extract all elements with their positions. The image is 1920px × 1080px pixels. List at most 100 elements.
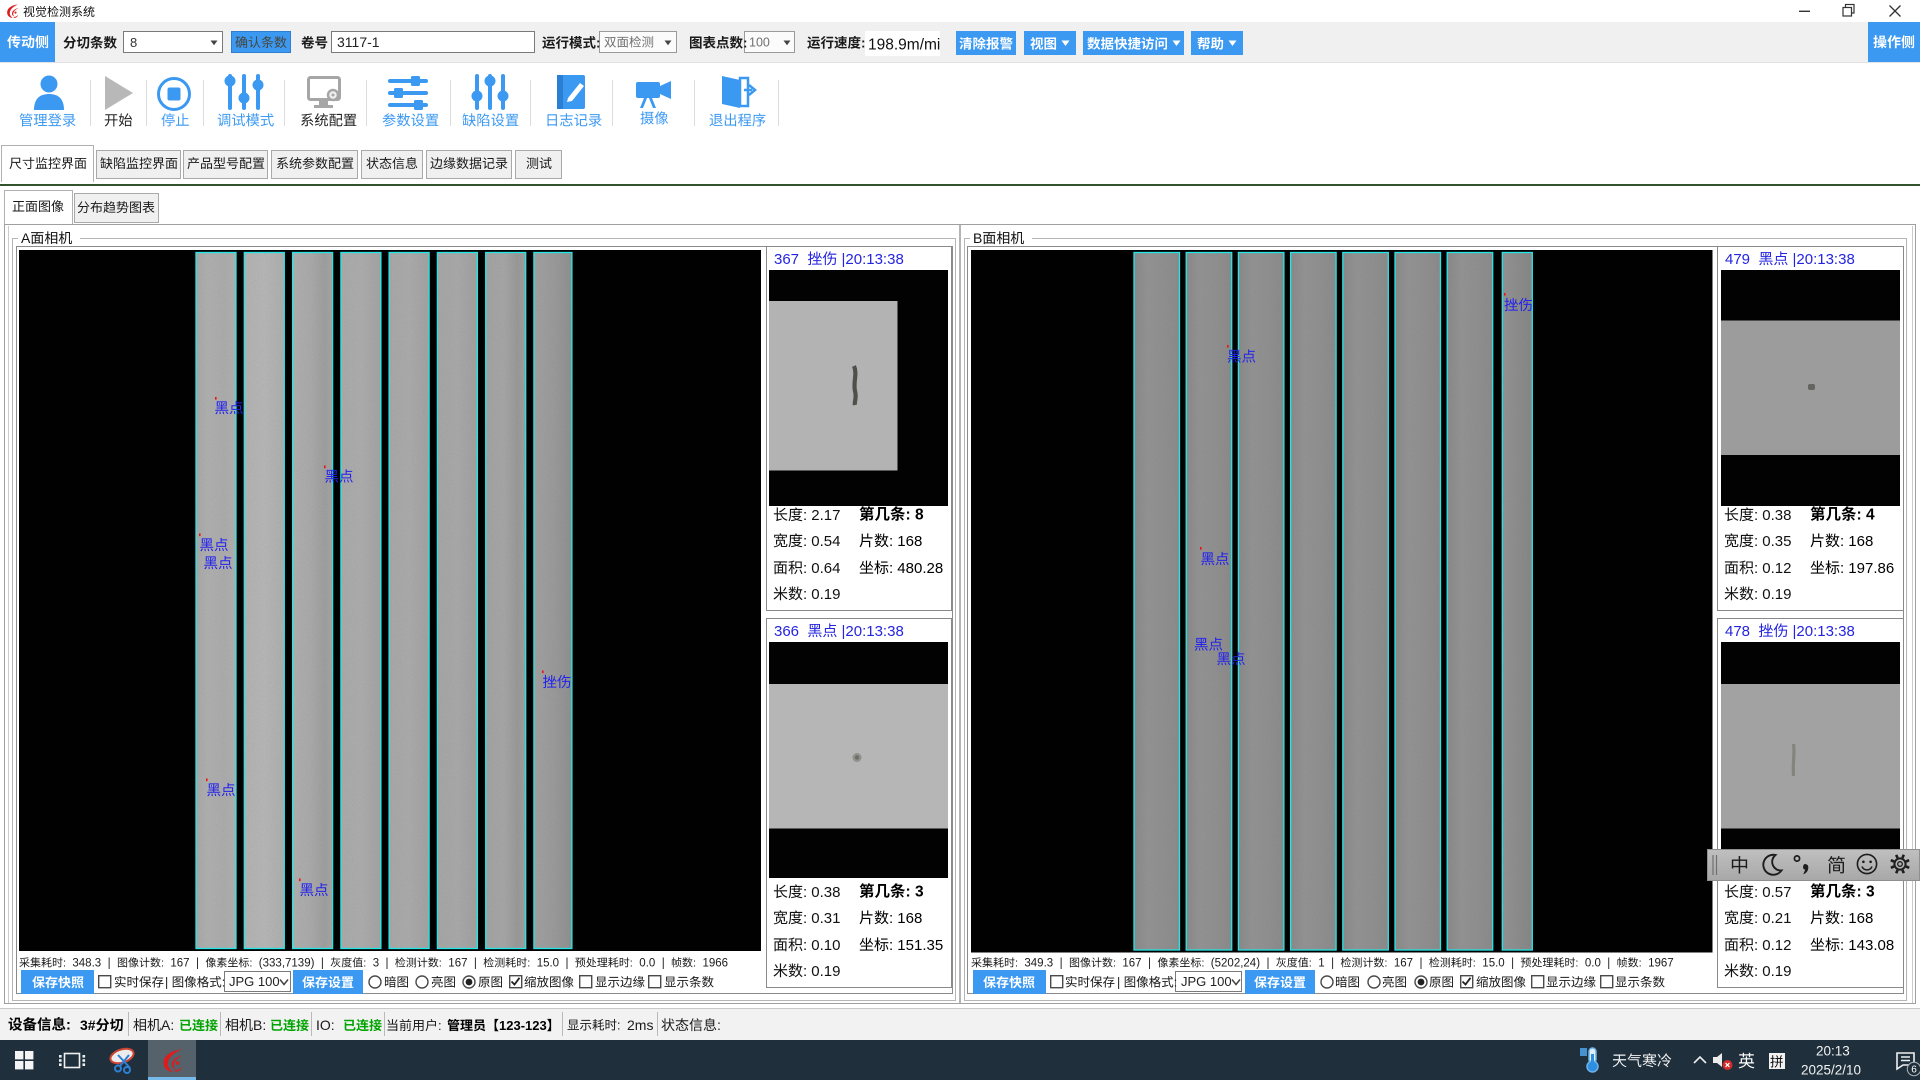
svg-text::: : bbox=[889, 560, 893, 577]
svg-text::: : bbox=[1472, 957, 1475, 969]
svg-text::: : bbox=[63, 957, 66, 969]
svg-text:|: | bbox=[1419, 957, 1422, 969]
svg-text:(333,7139): (333,7139) bbox=[258, 957, 314, 969]
svg-text:B: B bbox=[973, 230, 982, 246]
svg-text:0.19: 0.19 bbox=[811, 963, 840, 980]
svg-text:A:: A: bbox=[161, 1017, 174, 1033]
svg-text:|20:13:38: |20:13:38 bbox=[841, 623, 903, 640]
svg-text:0.0: 0.0 bbox=[639, 957, 655, 969]
svg-text::: : bbox=[717, 1017, 721, 1033]
svg-text::: : bbox=[1754, 533, 1758, 550]
svg-text:|: | bbox=[1117, 976, 1120, 990]
svg-text::: : bbox=[1840, 910, 1844, 927]
svg-text::: : bbox=[803, 963, 807, 980]
svg-text::: : bbox=[527, 957, 530, 969]
svg-text:|20:13:38: |20:13:38 bbox=[1793, 623, 1855, 640]
svg-text:478: 478 bbox=[1725, 623, 1750, 640]
svg-text:167: 167 bbox=[170, 957, 189, 969]
svg-text:0.21: 0.21 bbox=[1762, 910, 1791, 927]
svg-text:|20:13:38: |20:13:38 bbox=[1793, 251, 1855, 268]
svg-text::: : bbox=[596, 35, 601, 50]
svg-text:1966: 1966 bbox=[702, 957, 728, 969]
svg-text:|20:13:38: |20:13:38 bbox=[841, 251, 903, 268]
svg-text:(5202,24): (5202,24) bbox=[1210, 957, 1259, 969]
svg-text:3: 3 bbox=[915, 884, 924, 901]
svg-text:168: 168 bbox=[1848, 910, 1873, 927]
svg-text:|: | bbox=[473, 957, 476, 969]
svg-text:|: | bbox=[565, 957, 568, 969]
svg-text:0.10: 0.10 bbox=[811, 937, 840, 954]
svg-text:3#: 3# bbox=[80, 1017, 96, 1033]
svg-text:|: | bbox=[165, 976, 168, 990]
svg-text:JPG: JPG bbox=[1181, 974, 1206, 989]
svg-text::: : bbox=[905, 507, 910, 524]
svg-text::: : bbox=[1638, 957, 1641, 969]
svg-text:167: 167 bbox=[1122, 957, 1141, 969]
svg-text:349.3: 349.3 bbox=[1024, 957, 1053, 969]
svg-text:198.9m/mi: 198.9m/mi bbox=[868, 36, 940, 53]
svg-text:367: 367 bbox=[774, 251, 799, 268]
svg-text::: : bbox=[1754, 963, 1758, 980]
svg-text::: : bbox=[693, 957, 696, 969]
svg-text::: : bbox=[1857, 507, 1862, 524]
svg-text:8: 8 bbox=[915, 507, 924, 524]
svg-text:15.0: 15.0 bbox=[536, 957, 558, 969]
svg-text:366: 366 bbox=[774, 623, 799, 640]
svg-text:0.0: 0.0 bbox=[1584, 957, 1600, 969]
svg-text::: : bbox=[161, 957, 164, 969]
svg-text:2025/2/10: 2025/2/10 bbox=[1801, 1063, 1861, 1078]
svg-text::: : bbox=[629, 957, 632, 969]
svg-text:480.28: 480.28 bbox=[897, 560, 943, 577]
svg-text::: : bbox=[1113, 957, 1116, 969]
svg-text::: : bbox=[889, 910, 893, 927]
svg-text:|: | bbox=[1331, 957, 1334, 969]
svg-text:|: | bbox=[1607, 957, 1610, 969]
svg-text:3: 3 bbox=[372, 957, 378, 969]
svg-text:4: 4 bbox=[1866, 507, 1875, 524]
svg-text:|: | bbox=[196, 957, 199, 969]
svg-text:348.3: 348.3 bbox=[72, 957, 101, 969]
svg-text::: : bbox=[249, 957, 252, 969]
svg-text::: : bbox=[889, 533, 893, 550]
svg-text:100: 100 bbox=[1209, 974, 1231, 989]
svg-text:168: 168 bbox=[897, 533, 922, 550]
svg-text:0.19: 0.19 bbox=[811, 586, 840, 603]
svg-text::: : bbox=[1754, 586, 1758, 603]
svg-text::: : bbox=[1575, 957, 1578, 969]
svg-text:197.86: 197.86 bbox=[1848, 560, 1894, 577]
svg-text::: : bbox=[889, 937, 893, 954]
svg-text:0.31: 0.31 bbox=[811, 910, 840, 927]
svg-text:0.54: 0.54 bbox=[811, 533, 840, 550]
svg-text::: : bbox=[1840, 533, 1844, 550]
svg-text:167: 167 bbox=[1393, 957, 1412, 969]
svg-text::: : bbox=[1754, 937, 1758, 954]
svg-text:0.64: 0.64 bbox=[811, 560, 840, 577]
svg-text::: : bbox=[803, 507, 807, 524]
svg-text:JPG: JPG bbox=[229, 974, 254, 989]
svg-text:479: 479 bbox=[1725, 251, 1750, 268]
svg-text::: : bbox=[1857, 884, 1862, 901]
svg-text::: : bbox=[1754, 910, 1758, 927]
svg-text:167: 167 bbox=[448, 957, 467, 969]
svg-text::: : bbox=[803, 533, 807, 550]
svg-text::: : bbox=[803, 937, 807, 954]
svg-text::: : bbox=[1384, 957, 1387, 969]
svg-text::: : bbox=[1840, 937, 1844, 954]
svg-text:15.0: 15.0 bbox=[1482, 957, 1504, 969]
svg-text:20:13: 20:13 bbox=[1816, 1044, 1850, 1059]
svg-text::: : bbox=[861, 35, 866, 50]
svg-text:6: 6 bbox=[1911, 1065, 1917, 1076]
svg-text:0.35: 0.35 bbox=[1762, 533, 1791, 550]
svg-text::: : bbox=[1308, 957, 1311, 969]
svg-text::: : bbox=[1754, 507, 1758, 524]
svg-text:|: | bbox=[1148, 957, 1151, 969]
svg-text:|: | bbox=[1511, 957, 1514, 969]
svg-text::: : bbox=[617, 1019, 620, 1033]
svg-text:143.08: 143.08 bbox=[1848, 937, 1894, 954]
svg-text::: : bbox=[438, 1018, 442, 1033]
svg-text:2ms: 2ms bbox=[627, 1017, 653, 1033]
svg-text:|: | bbox=[385, 957, 388, 969]
svg-text::: : bbox=[222, 976, 225, 990]
svg-text:|: | bbox=[1059, 957, 1062, 969]
svg-text:IO:: IO: bbox=[316, 1017, 335, 1033]
